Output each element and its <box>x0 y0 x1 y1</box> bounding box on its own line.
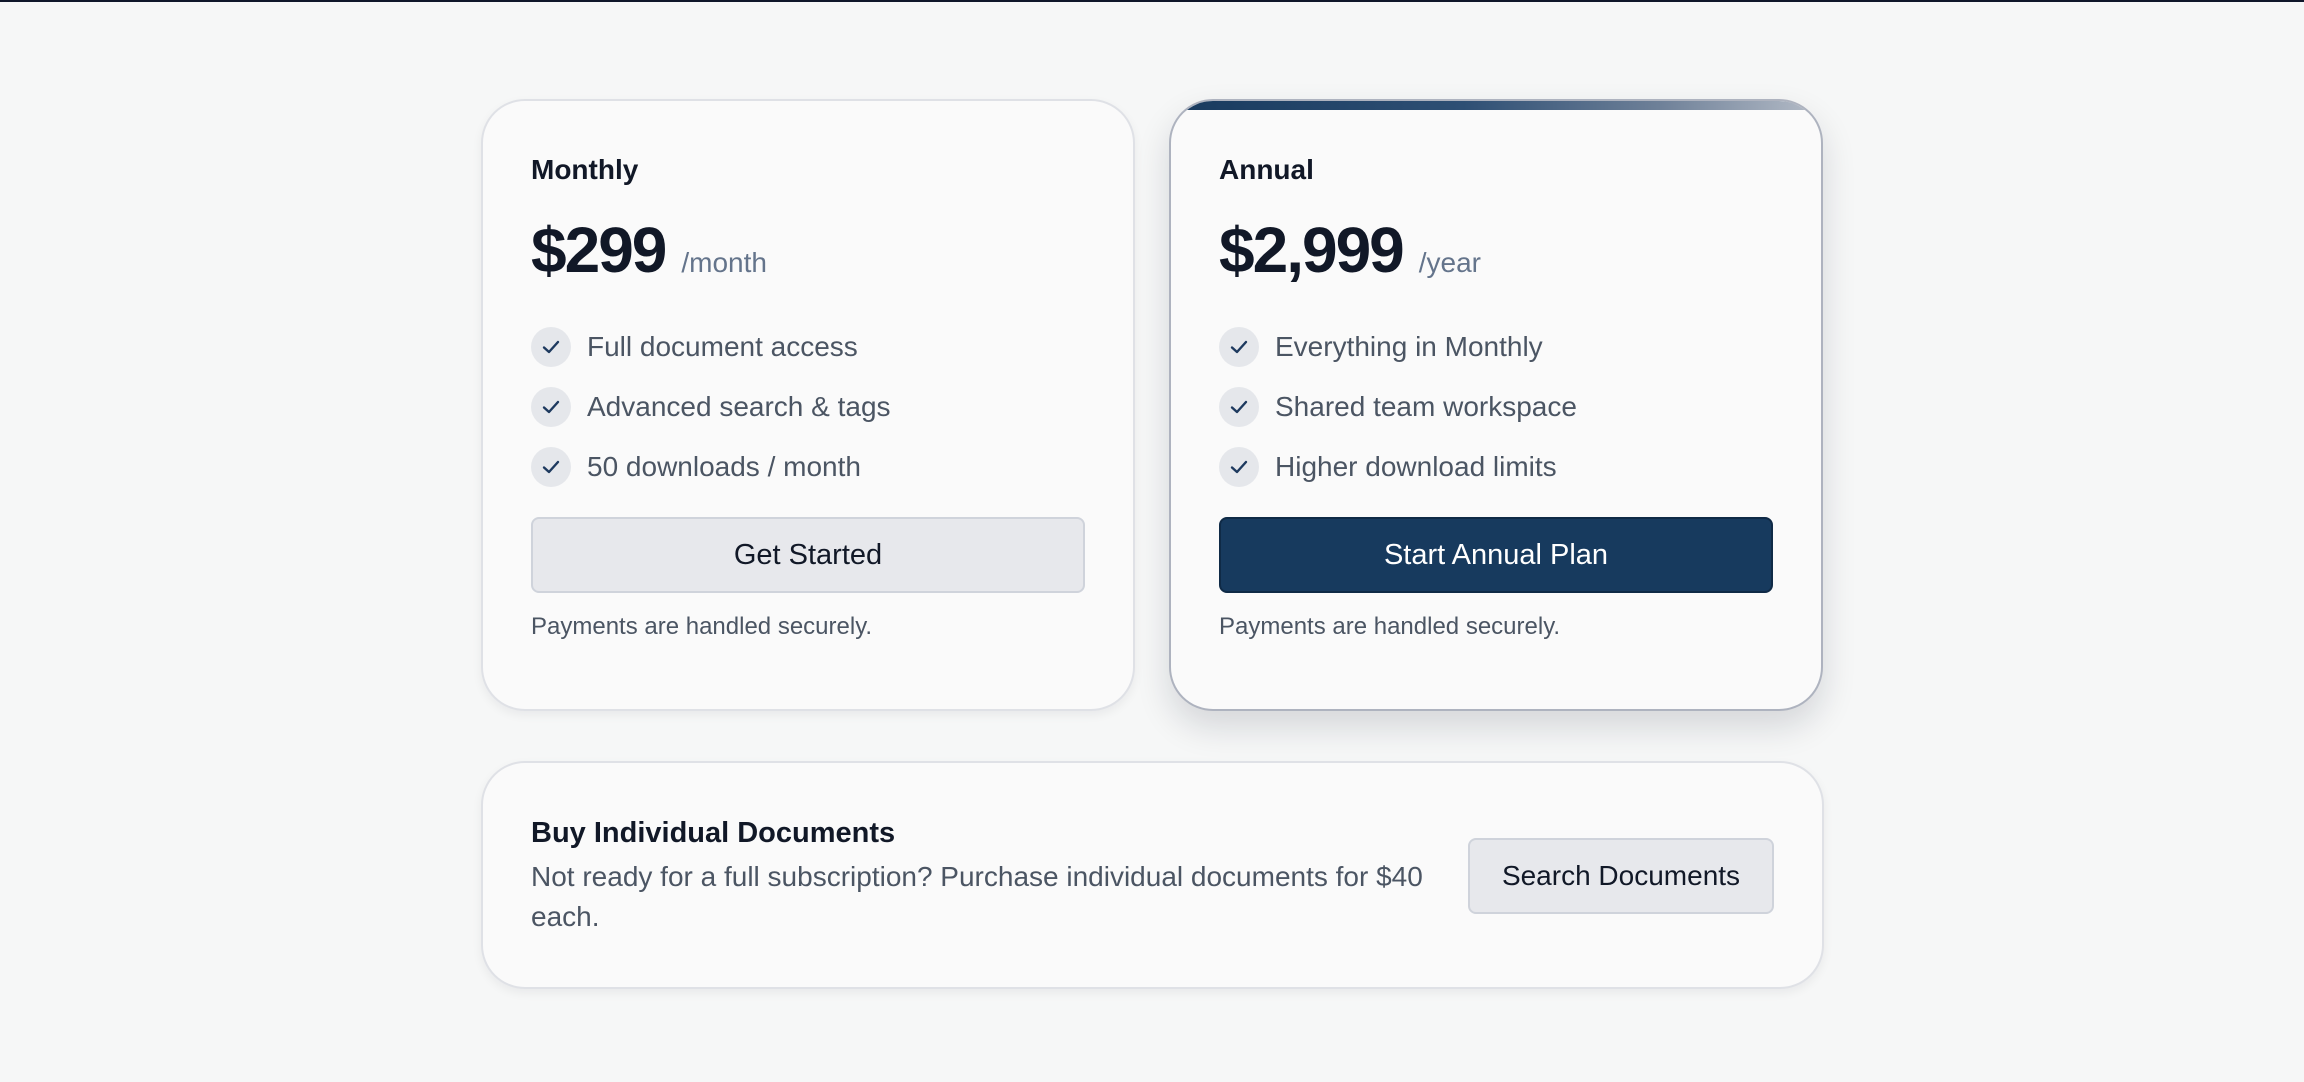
check-icon <box>1219 327 1259 367</box>
individual-documents-text: Buy Individual Documents Not ready for a… <box>531 815 1451 937</box>
check-icon <box>531 327 571 367</box>
plan-price: $299 <box>531 214 667 286</box>
start-annual-plan-button[interactable]: Start Annual Plan <box>1219 517 1773 593</box>
feature-item: Full document access <box>531 327 1085 367</box>
plan-name: Monthly <box>531 154 639 185</box>
individual-documents-card: Buy Individual Documents Not ready for a… <box>481 761 1824 989</box>
check-icon <box>531 447 571 487</box>
check-icon <box>1219 387 1259 427</box>
payment-note: Payments are handled securely. <box>1219 613 1561 640</box>
plan-card-annual: Annual $2,999 /year Everything in Monthl… <box>1169 99 1823 711</box>
feature-text: Shared team workspace <box>1275 391 1577 422</box>
feature-text: Advanced search & tags <box>587 391 891 422</box>
feature-item: Shared team workspace <box>1219 387 1773 427</box>
feature-item: Advanced search & tags <box>531 387 1085 427</box>
plan-period: /year <box>1418 247 1481 278</box>
feature-item: Everything in Monthly <box>1219 327 1773 367</box>
feature-text: Full document access <box>587 331 858 362</box>
feature-list: Everything in Monthly Shared team worksp… <box>1219 327 1773 487</box>
plan-cards: Monthly $299 /month Full document access… <box>481 99 1824 711</box>
plan-card-monthly: Monthly $299 /month Full document access… <box>481 99 1135 711</box>
check-icon <box>531 387 571 427</box>
payment-note: Payments are handled securely. <box>531 613 873 640</box>
price-row: $2,999 /year <box>1219 215 1773 285</box>
plan-name: Annual <box>1219 154 1314 185</box>
price-row: $299 /month <box>531 215 1085 285</box>
search-documents-button[interactable]: Search Documents <box>1468 838 1774 914</box>
individual-documents-description: Not ready for a full subscription? Purch… <box>531 861 1423 932</box>
plan-period: /month <box>681 247 767 278</box>
check-icon <box>1219 447 1259 487</box>
feature-list: Full document access Advanced search & t… <box>531 327 1085 487</box>
plan-price: $2,999 <box>1219 214 1405 286</box>
feature-item: 50 downloads / month <box>531 447 1085 487</box>
feature-text: 50 downloads / month <box>587 451 861 482</box>
pricing-section: Monthly $299 /month Full document access… <box>481 99 1824 989</box>
feature-item: Higher download limits <box>1219 447 1773 487</box>
feature-text: Everything in Monthly <box>1275 331 1543 362</box>
get-started-button[interactable]: Get Started <box>531 517 1085 593</box>
feature-text: Higher download limits <box>1275 451 1557 482</box>
individual-documents-title: Buy Individual Documents <box>531 817 896 849</box>
